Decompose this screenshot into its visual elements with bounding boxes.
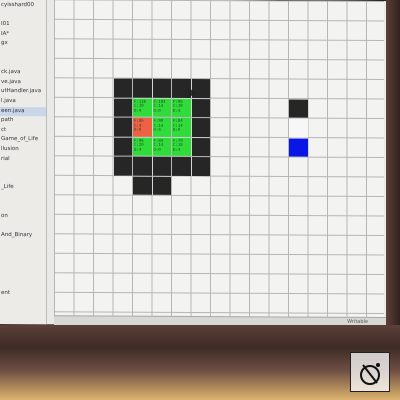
grid-cell-dark[interactable] xyxy=(133,78,152,98)
sidebar-item[interactable] xyxy=(0,299,47,308)
grid-cell-green[interactable]: F:138 C:10 D:4 xyxy=(133,98,152,117)
sidebar-item[interactable] xyxy=(0,59,47,68)
cell-cost-label: F:104 C:14 D:0 xyxy=(153,98,166,113)
sidebar-item[interactable] xyxy=(0,203,47,212)
sidebar-item[interactable]: Game_of_Life xyxy=(0,135,47,144)
cell-cost-label: F:84 C:14 D:0 xyxy=(173,117,183,132)
grid-cell-dark[interactable] xyxy=(113,137,132,156)
sidebar-item[interactable]: ct xyxy=(0,126,47,135)
sidebar-item[interactable]: path xyxy=(0,116,47,125)
grid-cell-red[interactable]: F:86 C:4 D:0 xyxy=(133,117,152,137)
sidebar-item[interactable] xyxy=(0,251,47,260)
grid-cell-dark[interactable] xyxy=(152,78,171,98)
sidebar-item[interactable]: een.java xyxy=(0,106,47,116)
grid-cell-green[interactable]: F:90 C:14 D:4 xyxy=(152,117,171,137)
sidebar-item[interactable]: _Life xyxy=(0,183,47,192)
sidebar-item[interactable] xyxy=(0,174,47,183)
grid-cell-white[interactable] xyxy=(289,118,308,138)
project-explorer-sidebar[interactable]: cyisshard00 I01 IA* gx ck.java ve.java utHandl… xyxy=(0,0,47,325)
sidebar-item[interactable]: l.java xyxy=(0,97,47,106)
grid-cell-dark[interactable] xyxy=(113,117,132,137)
grid-cell-blue[interactable] xyxy=(289,138,308,157)
sidebar-item[interactable]: gx xyxy=(0,39,47,48)
cell-cost-label: F:70 C:18 D:4 xyxy=(173,137,183,152)
sidebar-item[interactable]: on xyxy=(0,212,47,221)
photo-watermark-icon xyxy=(360,363,380,385)
cell-cost-label: F:138 C:10 D:4 xyxy=(134,98,147,113)
grid-cell-dark[interactable] xyxy=(172,156,191,176)
sidebar-item[interactable]: IA* xyxy=(0,30,47,39)
grid-cell-green[interactable]: F:84 C:14 D:0 xyxy=(172,117,191,137)
sidebar-item[interactable]: llusion xyxy=(0,145,47,154)
grid-cell-dark[interactable] xyxy=(113,156,132,176)
grid-cell-dark[interactable] xyxy=(152,156,171,176)
sidebar-item[interactable] xyxy=(0,241,47,250)
monitor-bezel-edge xyxy=(386,0,400,330)
sidebar-item[interactable] xyxy=(0,11,47,20)
sidebar-item[interactable] xyxy=(0,260,47,269)
grid-cell-green[interactable]: F:70 C:18 D:4 xyxy=(172,137,191,156)
watermark-logo xyxy=(350,352,390,392)
grid-cell-dark[interactable] xyxy=(191,137,210,157)
sidebar-item[interactable]: ck.java xyxy=(0,68,47,77)
sidebar-item[interactable] xyxy=(0,279,47,288)
grid-cell-dark[interactable] xyxy=(191,156,210,176)
grid-cell-dark[interactable] xyxy=(152,176,171,195)
cell-cost-label: F:86 C:4 D:0 xyxy=(134,117,144,132)
sidebar-item[interactable] xyxy=(0,270,47,279)
sidebar-item[interactable] xyxy=(0,164,47,173)
grid-cell-dark[interactable] xyxy=(113,78,132,98)
grid-cell-dark[interactable] xyxy=(133,176,152,195)
pathfinding-grid[interactable]: F:138 C:10 D:4 F:104 C:14 D:0 F:96 C:10 D:… xyxy=(54,0,384,318)
sidebar-item[interactable]: I01 xyxy=(0,20,47,29)
cell-cost-label: F:84 C:14 D:0 xyxy=(153,137,164,152)
grid-cell-dark[interactable] xyxy=(113,98,132,117)
grid-cell-green[interactable]: F:84 C:14 D:0 xyxy=(152,137,171,156)
grid-cell-green[interactable]: F:96 C:20 D:4 xyxy=(133,137,152,156)
grid-cell-dark[interactable] xyxy=(191,78,210,98)
sidebar-item[interactable] xyxy=(0,308,47,317)
monitor-screen: cyisshard00 I01 IA* gx ck.java ve.java utHandl… xyxy=(0,0,386,328)
sidebar-item[interactable]: rial xyxy=(0,155,47,164)
sidebar-item[interactable] xyxy=(0,49,47,58)
sidebar-item[interactable]: cyisshard00 xyxy=(0,1,47,10)
sidebar-item[interactable]: utHandler.java xyxy=(0,87,47,96)
cell-cost-label: F:90 C:14 D:4 xyxy=(153,117,164,132)
sidebar-item[interactable]: ent xyxy=(0,289,47,298)
sidebar-item[interactable] xyxy=(0,193,47,202)
photo-scene: cyisshard00 I01 IA* gx ck.java ve.java utHandl… xyxy=(0,0,400,400)
grid-cell-dark[interactable] xyxy=(191,98,210,118)
cell-cost-label: F:96 C:10 D:4 xyxy=(173,98,183,113)
monitor-bezel xyxy=(0,325,400,400)
grid-cell-dark[interactable] xyxy=(191,117,210,137)
grid-cell-green[interactable]: F:96 C:10 D:4 xyxy=(172,98,191,117)
sidebar-item[interactable] xyxy=(0,222,47,231)
grid-cell-green[interactable]: F:104 C:14 D:0 xyxy=(152,98,171,117)
sidebar-item[interactable]: ve.java xyxy=(0,78,47,87)
cell-cost-label: F:96 C:20 D:4 xyxy=(134,137,144,152)
sidebar-item[interactable]: And_Binary xyxy=(0,231,47,240)
grid-cell-dark[interactable] xyxy=(289,99,308,118)
grid-cell-dark[interactable] xyxy=(133,156,152,176)
